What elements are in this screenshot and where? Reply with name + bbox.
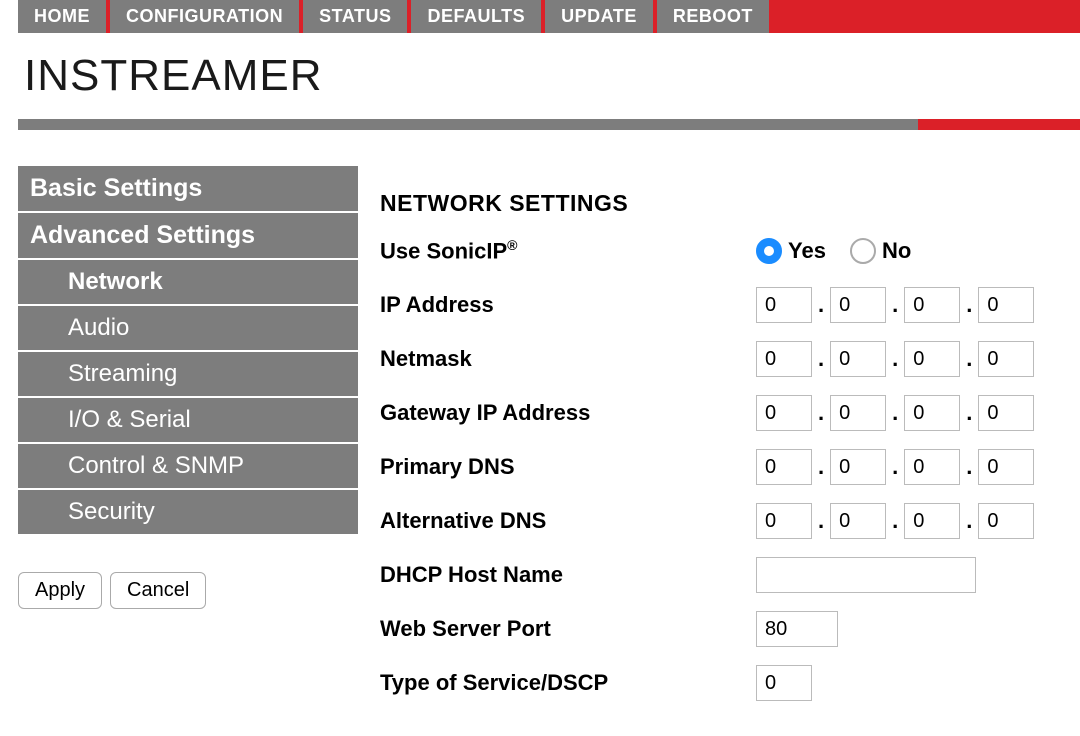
tos-dscp-input[interactable] bbox=[756, 665, 812, 701]
ip-address-octet-3[interactable] bbox=[904, 287, 960, 323]
divider-bar bbox=[18, 119, 1080, 130]
apply-button[interactable]: Apply bbox=[18, 572, 102, 609]
label-gateway: Gateway IP Address bbox=[380, 400, 756, 426]
radio-label-yes: Yes bbox=[788, 238, 826, 264]
label-dhcp-host: DHCP Host Name bbox=[380, 562, 756, 588]
nav-defaults[interactable]: DEFAULTS bbox=[411, 0, 541, 33]
sidebar-item-security[interactable]: Security bbox=[18, 488, 358, 534]
label-primary-dns: Primary DNS bbox=[380, 454, 756, 480]
netmask-octet-2[interactable] bbox=[830, 341, 886, 377]
gateway-octet-1[interactable] bbox=[756, 395, 812, 431]
radio-sonicip-no[interactable] bbox=[850, 238, 876, 264]
netmask-octet-3[interactable] bbox=[904, 341, 960, 377]
gateway-octet-2[interactable] bbox=[830, 395, 886, 431]
nav-accent bbox=[773, 0, 1080, 33]
ip-address-octet-4[interactable] bbox=[978, 287, 1034, 323]
alt-dns-octet-1[interactable] bbox=[756, 503, 812, 539]
nav-status[interactable]: STATUS bbox=[303, 0, 407, 33]
primary-dns-octet-3[interactable] bbox=[904, 449, 960, 485]
label-sonicip: Use SonicIP® bbox=[380, 237, 756, 264]
alt-dns-octet-4[interactable] bbox=[978, 503, 1034, 539]
sidebar-item-basic-settings[interactable]: Basic Settings bbox=[18, 164, 358, 211]
ip-address-octet-1[interactable] bbox=[756, 287, 812, 323]
nav-reboot[interactable]: REBOOT bbox=[657, 0, 769, 33]
alt-dns-octet-3[interactable] bbox=[904, 503, 960, 539]
netmask-octet-4[interactable] bbox=[978, 341, 1034, 377]
sidebar-item-audio[interactable]: Audio bbox=[18, 304, 358, 350]
label-ip-address: IP Address bbox=[380, 292, 756, 318]
dhcp-host-input[interactable] bbox=[756, 557, 976, 593]
label-netmask: Netmask bbox=[380, 346, 756, 372]
sidebar-item-streaming[interactable]: Streaming bbox=[18, 350, 358, 396]
label-tos-dscp: Type of Service/DSCP bbox=[380, 670, 756, 696]
cancel-button[interactable]: Cancel bbox=[110, 572, 206, 609]
web-port-input[interactable] bbox=[756, 611, 838, 647]
sidebar-item-io-serial[interactable]: I/O & Serial bbox=[18, 396, 358, 442]
nav-configuration[interactable]: CONFIGURATION bbox=[110, 0, 299, 33]
nav-update[interactable]: UPDATE bbox=[545, 0, 653, 33]
primary-dns-octet-2[interactable] bbox=[830, 449, 886, 485]
sidebar-item-network[interactable]: Network bbox=[18, 258, 358, 304]
sidebar: Basic Settings Advanced Settings Network… bbox=[18, 164, 358, 719]
radio-sonicip-yes[interactable] bbox=[756, 238, 782, 264]
gateway-octet-3[interactable] bbox=[904, 395, 960, 431]
label-alt-dns: Alternative DNS bbox=[380, 508, 756, 534]
section-title: NETWORK SETTINGS bbox=[380, 190, 1080, 217]
label-web-port: Web Server Port bbox=[380, 616, 756, 642]
sidebar-item-advanced-settings[interactable]: Advanced Settings bbox=[18, 211, 358, 258]
alt-dns-octet-2[interactable] bbox=[830, 503, 886, 539]
nav-home[interactable]: HOME bbox=[18, 0, 106, 33]
top-nav: HOME CONFIGURATION STATUS DEFAULTS UPDAT… bbox=[18, 0, 1080, 33]
gateway-octet-4[interactable] bbox=[978, 395, 1034, 431]
primary-dns-octet-4[interactable] bbox=[978, 449, 1034, 485]
primary-dns-octet-1[interactable] bbox=[756, 449, 812, 485]
sidebar-item-control-snmp[interactable]: Control & SNMP bbox=[18, 442, 358, 488]
netmask-octet-1[interactable] bbox=[756, 341, 812, 377]
ip-address-octet-2[interactable] bbox=[830, 287, 886, 323]
main-panel: NETWORK SETTINGS Use SonicIP® Yes No IP … bbox=[380, 164, 1080, 719]
radio-label-no: No bbox=[882, 238, 911, 264]
page-title: INSTREAMER bbox=[24, 51, 1080, 101]
